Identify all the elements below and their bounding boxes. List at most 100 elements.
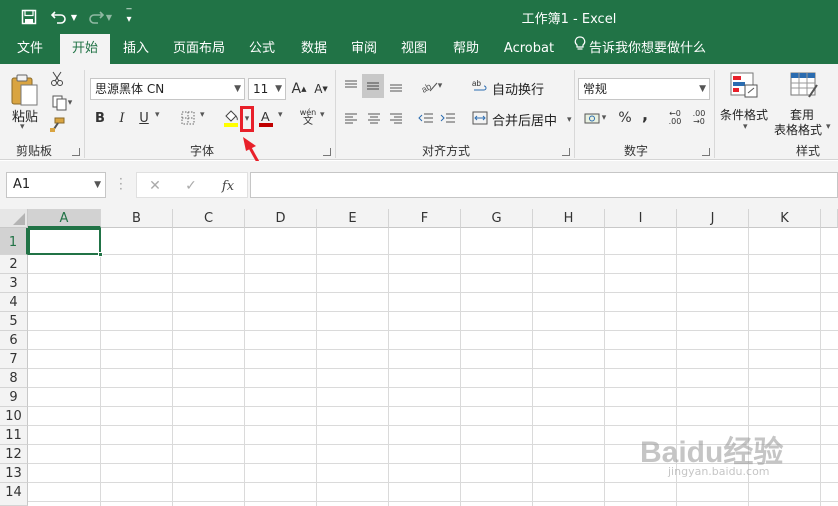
- chevron-down-icon: ▾: [826, 122, 831, 132]
- accounting-format-icon[interactable]: ▾: [580, 108, 610, 128]
- fill-handle[interactable]: [98, 252, 103, 257]
- middle-align-icon[interactable]: [362, 74, 384, 98]
- increase-indent-icon[interactable]: [438, 108, 458, 128]
- wrap-text-button[interactable]: ab 自动换行: [472, 78, 544, 98]
- gridline: [28, 311, 838, 312]
- font-color-dropdown-icon[interactable]: ▾: [278, 110, 283, 120]
- decrease-decimal-icon[interactable]: .00 →0: [688, 108, 710, 128]
- tab-data[interactable]: 数据: [292, 34, 336, 64]
- tab-view[interactable]: 视图: [392, 34, 436, 64]
- selected-cell[interactable]: [28, 228, 101, 255]
- row-header[interactable]: 10: [0, 407, 28, 426]
- row-header[interactable]: 11: [0, 426, 28, 445]
- tab-formulas[interactable]: 公式: [240, 34, 284, 64]
- align-left-icon[interactable]: [341, 108, 361, 128]
- underline-dropdown-icon[interactable]: ▾: [155, 110, 160, 120]
- tab-page-layout[interactable]: 页面布局: [166, 34, 232, 64]
- tell-me-search[interactable]: 告诉我你想要做什么: [574, 34, 714, 64]
- merge-center-button[interactable]: 合并后居中 ▾: [472, 110, 572, 129]
- column-header[interactable]: G: [461, 209, 533, 228]
- row-header[interactable]: 1: [0, 228, 28, 255]
- row-header[interactable]: 8: [0, 369, 28, 388]
- worksheet-grid[interactable]: A B C D E F G H I J K 1 2 3 4 5 6 7 8 9 …: [0, 209, 838, 506]
- row-header[interactable]: 9: [0, 388, 28, 407]
- row-header[interactable]: 4: [0, 293, 28, 312]
- column-header[interactable]: J: [677, 209, 749, 228]
- fill-color-icon[interactable]: [222, 107, 240, 129]
- tab-acrobat[interactable]: Acrobat: [498, 34, 560, 64]
- cut-icon[interactable]: [48, 70, 66, 88]
- tab-review[interactable]: 审阅: [342, 34, 386, 64]
- font-color-icon[interactable]: A: [258, 107, 274, 129]
- phonetic-dropdown-icon[interactable]: ▾: [320, 110, 325, 120]
- column-header[interactable]: I: [605, 209, 677, 228]
- select-all-corner[interactable]: [0, 209, 28, 228]
- column-header[interactable]: D: [245, 209, 317, 228]
- paste-icon[interactable]: [8, 72, 40, 108]
- formula-input[interactable]: [250, 172, 838, 198]
- row-header[interactable]: 7: [0, 350, 28, 369]
- bottom-align-icon[interactable]: [386, 76, 406, 96]
- tab-home[interactable]: 开始: [60, 34, 110, 64]
- row-header[interactable]: 13: [0, 464, 28, 483]
- alignment-launcher-icon[interactable]: [562, 148, 570, 156]
- name-box[interactable]: A1 ▼: [6, 172, 106, 198]
- insert-function-button[interactable]: fx: [218, 177, 238, 195]
- column-header[interactable]: K: [749, 209, 821, 228]
- column-header[interactable]: F: [389, 209, 461, 228]
- gridline: [28, 501, 838, 502]
- font-name-select[interactable]: 思源黑体 CN ▼: [90, 78, 245, 100]
- copy-icon[interactable]: ▾: [48, 94, 76, 112]
- underline-button[interactable]: U: [136, 108, 152, 128]
- conditional-format-label[interactable]: 条件格式: [720, 106, 768, 123]
- borders-dropdown-icon[interactable]: ▾: [200, 110, 205, 120]
- font-size-select[interactable]: 11 ▼: [248, 78, 286, 100]
- row-header[interactable]: 2: [0, 255, 28, 274]
- align-center-icon[interactable]: [364, 108, 384, 128]
- tab-insert[interactable]: 插入: [114, 34, 158, 64]
- row-header[interactable]: 6: [0, 331, 28, 350]
- row-header[interactable]: 14: [0, 483, 28, 506]
- row-header[interactable]: 5: [0, 312, 28, 331]
- align-right-icon[interactable]: [386, 108, 406, 128]
- orientation-icon[interactable]: ab ▾: [416, 76, 446, 96]
- decrease-indent-icon[interactable]: [416, 108, 436, 128]
- clipboard-launcher-icon[interactable]: [72, 148, 80, 156]
- column-header[interactable]: E: [317, 209, 389, 228]
- comma-style-button[interactable]: ,: [638, 104, 652, 124]
- row-header[interactable]: 12: [0, 445, 28, 464]
- percent-button[interactable]: %: [616, 108, 634, 128]
- column-header[interactable]: [821, 209, 838, 228]
- column-header[interactable]: C: [173, 209, 245, 228]
- format-as-table-icon[interactable]: [788, 70, 820, 100]
- tab-help[interactable]: 帮助: [444, 34, 488, 64]
- fill-color-dropdown-button[interactable]: ▾: [240, 106, 254, 132]
- number-format-select[interactable]: 常规 ▼: [578, 78, 710, 100]
- title-bar: ▼ ▼ ‾ ▾ 工作簿1 - Excel: [0, 0, 838, 34]
- format-painter-icon[interactable]: [48, 116, 66, 134]
- paste-label[interactable]: 粘贴: [12, 106, 38, 125]
- svg-text:ab: ab: [472, 79, 481, 88]
- increase-font-size-icon[interactable]: A ▲: [290, 78, 308, 100]
- column-header[interactable]: H: [533, 209, 605, 228]
- paste-dropdown-icon[interactable]: ▾: [20, 122, 25, 132]
- phonetic-guide-icon[interactable]: wén 文: [298, 106, 318, 128]
- number-launcher-icon[interactable]: [702, 148, 710, 156]
- top-align-icon[interactable]: [341, 76, 361, 96]
- italic-button[interactable]: I: [114, 108, 130, 128]
- bold-button[interactable]: B: [92, 108, 108, 128]
- borders-icon[interactable]: [178, 108, 198, 128]
- conditional-format-icon[interactable]: [728, 70, 760, 100]
- column-header[interactable]: A: [28, 209, 101, 228]
- column-header[interactable]: B: [101, 209, 173, 228]
- name-box-value: A1: [13, 177, 31, 192]
- tab-file[interactable]: 文件: [4, 34, 56, 64]
- increase-decimal-icon[interactable]: ←0.00: [664, 108, 686, 128]
- font-launcher-icon[interactable]: [323, 148, 331, 156]
- format-as-table-label-2[interactable]: 表格格式: [774, 121, 822, 138]
- cancel-button[interactable]: ✕: [146, 177, 164, 195]
- enter-button[interactable]: ✓: [182, 177, 200, 195]
- row-header[interactable]: 3: [0, 274, 28, 293]
- decrease-font-size-icon[interactable]: A ▼: [312, 78, 330, 100]
- gridline: [388, 228, 389, 506]
